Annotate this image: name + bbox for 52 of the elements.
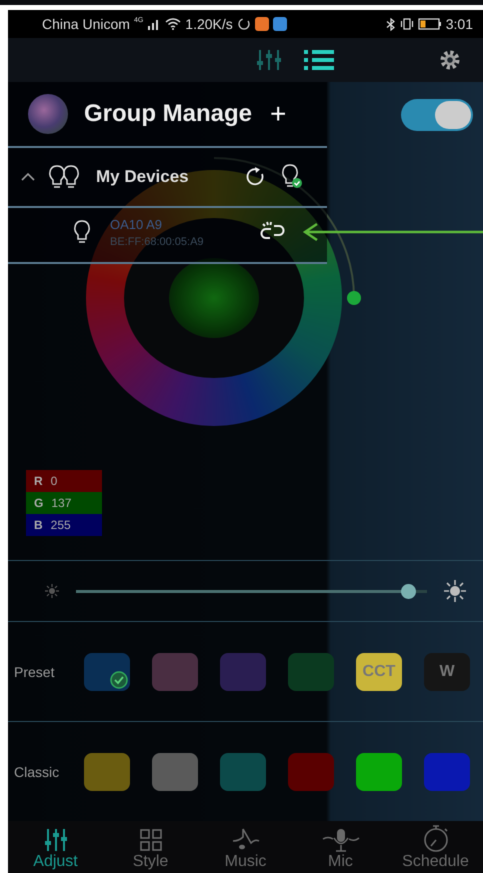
drawer-title: Group Manage	[84, 100, 252, 128]
collapse-chevron-icon[interactable]	[20, 172, 36, 182]
device-name: OA10 A9	[110, 216, 164, 232]
classic-color-swatch[interactable]	[424, 752, 470, 790]
sliders-icon[interactable]	[256, 49, 282, 71]
group-name[interactable]: My Devices	[96, 167, 189, 187]
preset-label: Preset	[14, 664, 56, 680]
preset-color-swatch[interactable]	[152, 652, 198, 690]
classic-color-swatch[interactable]	[356, 752, 402, 790]
dim-sun-icon	[44, 583, 60, 599]
carrier-name: China Unicom	[42, 16, 130, 32]
vibrate-icon	[400, 18, 414, 30]
app-notification-icon	[272, 17, 287, 31]
power-switch[interactable]	[401, 99, 473, 131]
bright-sun-icon	[443, 579, 467, 603]
nav-tab[interactable]: Style	[103, 821, 198, 873]
sliders-icon	[42, 827, 68, 853]
wifi-icon	[165, 18, 182, 30]
grid-icon	[138, 827, 164, 853]
rgb-value-row: B 255	[26, 514, 102, 536]
nav-tab[interactable]: Music	[198, 821, 293, 873]
clock-time: 3:01	[446, 16, 473, 32]
preset-color-swatch[interactable]	[220, 652, 266, 690]
classic-color-swatch[interactable]	[220, 752, 266, 790]
battery-icon	[418, 18, 442, 30]
nav-tab[interactable]: Mic	[293, 821, 388, 873]
bulb-icon	[72, 220, 92, 244]
nav-tab[interactable]: Schedule	[388, 821, 483, 873]
ring-icon	[236, 17, 251, 31]
nav-tab[interactable]: Adjust	[8, 821, 103, 873]
bluetooth-icon	[386, 18, 396, 30]
classic-color-swatch[interactable]	[152, 752, 198, 790]
color-orb-icon	[28, 94, 68, 134]
list-icon[interactable]	[304, 49, 334, 71]
add-group-button[interactable]: +	[266, 98, 290, 130]
bulb-check-icon[interactable]	[279, 164, 305, 190]
classic-color-swatch[interactable]	[288, 752, 334, 790]
settings-icon[interactable]	[439, 49, 461, 71]
microphone-icon	[320, 827, 360, 853]
classic-color-swatch[interactable]	[84, 752, 130, 790]
rgb-value-row: G 137	[26, 492, 102, 514]
preset-mode-button[interactable]: CCT	[356, 652, 402, 690]
device-address: BE:FF:68:00:05:A9	[110, 236, 204, 248]
network-speed: 1.20K/s	[185, 16, 233, 32]
app-notification-icon	[254, 17, 269, 31]
preset-color-swatch[interactable]	[84, 652, 130, 690]
preset-color-swatch[interactable]	[288, 652, 334, 690]
brightness-slider[interactable]	[76, 584, 427, 598]
preset-mode-button[interactable]: W	[424, 652, 470, 690]
classic-label: Classic	[14, 764, 60, 780]
rgb-value-row: R 0	[26, 470, 102, 492]
bulbs-icon	[48, 164, 80, 190]
